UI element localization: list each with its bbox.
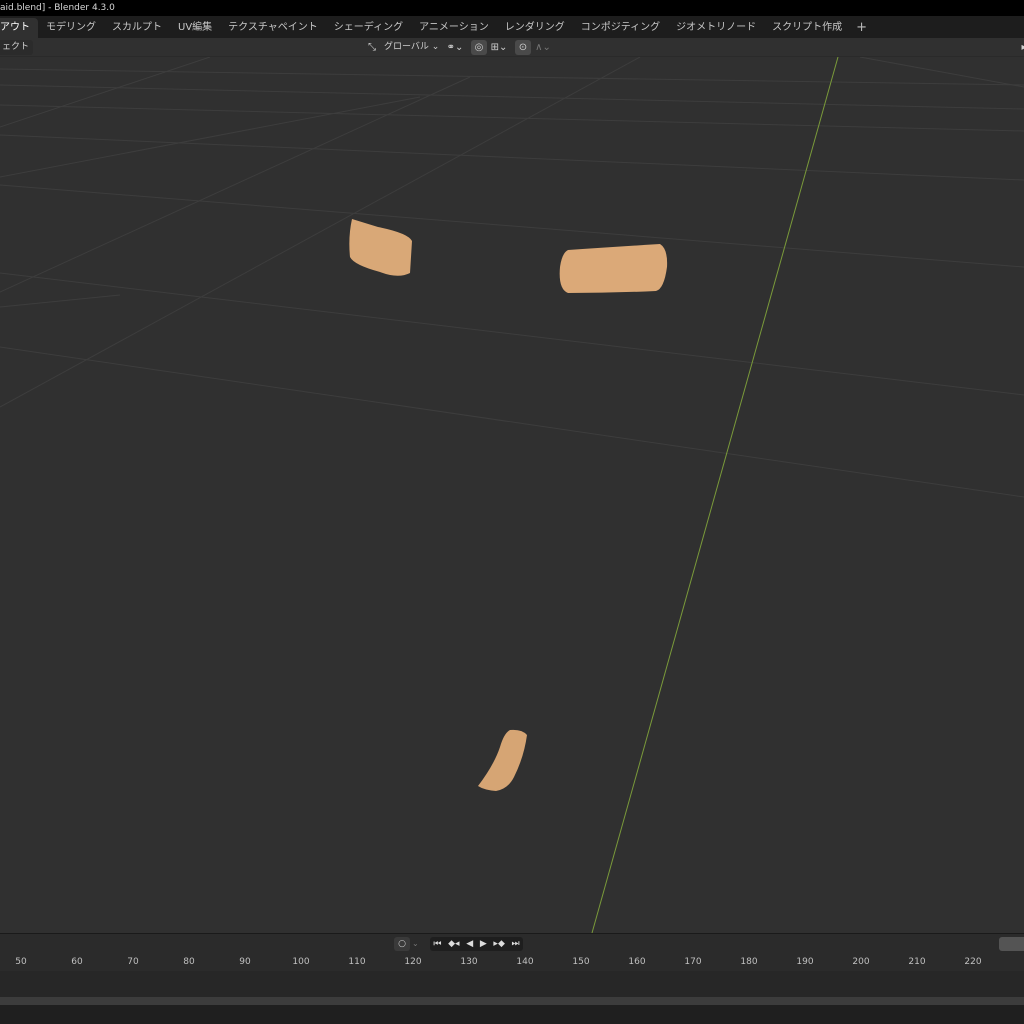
- ruler-tick-label: 140: [516, 957, 534, 967]
- ruler-tick-label: 90: [239, 957, 251, 967]
- timeline-tracks[interactable]: [0, 971, 1024, 997]
- viewport-header: ェクト ⤡ グローバル ⌄ ⚭⌄ ◎ ⊞⌄ ⊙ ∧⌄ ▸: [0, 38, 1024, 57]
- add-workspace-button[interactable]: +: [850, 18, 873, 38]
- status-bar: [0, 1005, 1024, 1024]
- ruler-tick-label: 210: [908, 957, 926, 967]
- next-keyframe-icon[interactable]: ▸◆: [493, 939, 504, 949]
- workspace-tab[interactable]: モデリング: [38, 18, 104, 38]
- transform-orientation-label: グローバル: [384, 42, 429, 52]
- workspace-tab[interactable]: コンポジティング: [573, 18, 668, 38]
- workspace-tab[interactable]: アウト: [0, 18, 38, 38]
- ruler-tick-label: 190: [796, 957, 814, 967]
- ruler-tick-label: 60: [71, 957, 83, 967]
- workspace-tab[interactable]: シェーディング: [326, 18, 411, 38]
- mesh-object-bottom[interactable]: [478, 729, 527, 791]
- jump-start-icon[interactable]: ⏮: [433, 939, 441, 949]
- ruler-tick-label: 160: [628, 957, 646, 967]
- ruler-tick-label: 80: [183, 957, 195, 967]
- ruler-tick-label: 200: [852, 957, 870, 967]
- falloff-icon[interactable]: ∧⌄: [532, 40, 554, 55]
- ruler-tick-label: 110: [348, 957, 366, 967]
- workspace-tab[interactable]: テクスチャペイント: [220, 18, 326, 38]
- ruler-tick-label: 220: [964, 957, 982, 967]
- timeline-header: ○ ⌄ ⏮ ◆◂ ◀ ▶ ▸◆ ⏭: [0, 933, 1024, 954]
- ruler-tick-label: 100: [292, 957, 310, 967]
- cursor-tool-icon[interactable]: ▸: [1016, 40, 1024, 55]
- link-icon[interactable]: ⚭⌄: [445, 40, 465, 55]
- workspace-tab[interactable]: UV編集: [170, 18, 220, 38]
- snap-target-icon[interactable]: ⊞⌄: [487, 40, 511, 55]
- mesh-object-left[interactable]: [349, 219, 412, 276]
- chevron-down-icon[interactable]: ⌄: [412, 937, 419, 951]
- ruler-tick-label: 130: [460, 957, 478, 967]
- floor-grid: [0, 57, 1024, 498]
- transform-pivot-icon[interactable]: ⤡: [364, 40, 380, 55]
- ruler-tick-label: 50: [15, 957, 27, 967]
- timeline-ruler[interactable]: 50 60 70 80 90 100 110 120 130 140 150 160 170 180 190…: [0, 953, 1024, 971]
- play-icon[interactable]: ▶: [480, 939, 487, 949]
- workspace-tab[interactable]: レンダリング: [497, 18, 573, 38]
- window-title: aid.blend] - Blender 4.3.0: [0, 3, 115, 13]
- auto-keying-icon[interactable]: ○: [394, 937, 410, 951]
- prev-keyframe-icon[interactable]: ◆◂: [448, 939, 459, 949]
- workspace-tab[interactable]: スカルプト: [104, 18, 170, 38]
- playback-controls: ⏮ ◆◂ ◀ ▶ ▸◆ ⏭: [430, 937, 523, 951]
- proportional-edit-icon[interactable]: ⊙: [515, 40, 531, 55]
- ruler-tick-label: 170: [684, 957, 702, 967]
- 3d-viewport[interactable]: [0, 57, 1024, 933]
- play-reverse-icon[interactable]: ◀: [466, 939, 473, 949]
- workspace-tab[interactable]: ジオメトリノード: [668, 18, 764, 38]
- chevron-down-icon: ⌄: [431, 42, 440, 52]
- workspace-tab[interactable]: スクリプト作成: [764, 18, 850, 38]
- y-axis-line: [591, 57, 839, 933]
- current-frame-field[interactable]: [999, 937, 1024, 951]
- workspace-tab[interactable]: アニメーション: [411, 18, 497, 38]
- ruler-tick-label: 150: [572, 957, 590, 967]
- ruler-tick-label: 70: [127, 957, 139, 967]
- object-menu[interactable]: ェクト: [0, 40, 34, 55]
- viewport-scene: [0, 57, 1024, 933]
- window-title-bar: aid.blend] - Blender 4.3.0: [0, 0, 1024, 16]
- ruler-tick-label: 180: [740, 957, 758, 967]
- ruler-tick-label: 120: [404, 957, 422, 967]
- workspace-tabs: アウト モデリング スカルプト UV編集 テクスチャペイント シェーディング アニメーション…: [0, 16, 1024, 38]
- mesh-object-right[interactable]: [559, 244, 668, 293]
- timeline-scrollbar[interactable]: [0, 997, 1024, 1005]
- transform-orientation-dropdown[interactable]: グローバル ⌄: [380, 40, 443, 55]
- snap-icon[interactable]: ◎: [471, 40, 487, 55]
- jump-end-icon[interactable]: ⏭: [512, 939, 520, 949]
